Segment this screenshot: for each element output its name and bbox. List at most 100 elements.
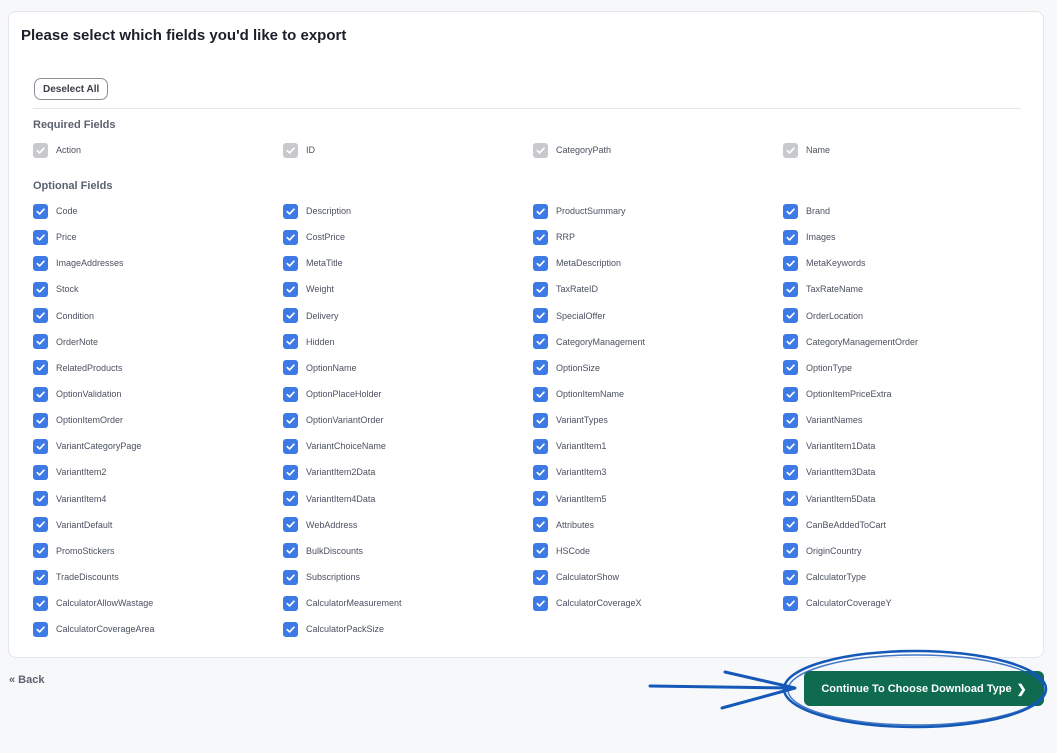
- checkbox-condition[interactable]: [33, 308, 48, 324]
- field-calculatormeasurement-option[interactable]: CalculatorMeasurement: [283, 590, 533, 616]
- checkbox-images[interactable]: [783, 229, 798, 245]
- checkbox-specialoffer[interactable]: [533, 308, 548, 324]
- field-brand-option[interactable]: Brand: [783, 198, 1033, 224]
- checkbox-optionplaceholder[interactable]: [283, 386, 298, 402]
- field-variantitem2-option[interactable]: VariantItem2: [33, 459, 283, 485]
- field-tradediscounts-option[interactable]: TradeDiscounts: [33, 564, 283, 590]
- field-calculatorpacksize-option[interactable]: CalculatorPackSize: [283, 616, 533, 642]
- field-promostickers-option[interactable]: PromoStickers: [33, 538, 283, 564]
- field-orderlocation-option[interactable]: OrderLocation: [783, 303, 1033, 329]
- checkbox-variantitem2[interactable]: [33, 464, 48, 480]
- field-attributes-option[interactable]: Attributes: [533, 512, 783, 538]
- checkbox-variantitem3data[interactable]: [783, 464, 798, 480]
- checkbox-origincountry[interactable]: [783, 543, 798, 559]
- checkbox-subscriptions[interactable]: [283, 569, 298, 585]
- field-hscode-option[interactable]: HSCode: [533, 538, 783, 564]
- field-variantitem1data-option[interactable]: VariantItem1Data: [783, 433, 1033, 459]
- checkbox-hidden[interactable]: [283, 334, 298, 350]
- checkbox-delivery[interactable]: [283, 308, 298, 324]
- checkbox-calculatorallowwastage[interactable]: [33, 595, 48, 611]
- field-canbeaddedtocart-option[interactable]: CanBeAddedToCart: [783, 512, 1033, 538]
- field-variantitem3data-option[interactable]: VariantItem3Data: [783, 459, 1033, 485]
- field-stock-option[interactable]: Stock: [33, 276, 283, 302]
- checkbox-calculatorcoveragearea[interactable]: [33, 621, 48, 637]
- checkbox-productsummary[interactable]: [533, 203, 548, 219]
- checkbox-variantchoicename[interactable]: [283, 438, 298, 454]
- field-calculatorallowwastage-option[interactable]: CalculatorAllowWastage: [33, 590, 283, 616]
- field-price-option[interactable]: Price: [33, 224, 283, 250]
- field-optionitemname-option[interactable]: OptionItemName: [533, 381, 783, 407]
- checkbox-price[interactable]: [33, 229, 48, 245]
- field-images-option[interactable]: Images: [783, 224, 1033, 250]
- checkbox-optionitemname[interactable]: [533, 386, 548, 402]
- checkbox-variantitem4[interactable]: [33, 491, 48, 507]
- field-condition-option[interactable]: Condition: [33, 303, 283, 329]
- field-hidden-option[interactable]: Hidden: [283, 329, 533, 355]
- checkbox-categorymanagement[interactable]: [533, 334, 548, 350]
- checkbox-rrp[interactable]: [533, 229, 548, 245]
- checkbox-code[interactable]: [33, 203, 48, 219]
- field-variantitem2data-option[interactable]: VariantItem2Data: [283, 459, 533, 485]
- back-link[interactable]: « Back: [9, 674, 44, 686]
- checkbox-variantitem1data[interactable]: [783, 438, 798, 454]
- checkbox-taxrateid[interactable]: [533, 281, 548, 297]
- field-variantchoicename-option[interactable]: VariantChoiceName: [283, 433, 533, 459]
- field-variantitem5-option[interactable]: VariantItem5: [533, 486, 783, 512]
- checkbox-optionsize[interactable]: [533, 360, 548, 376]
- field-relatedproducts-option[interactable]: RelatedProducts: [33, 355, 283, 381]
- field-metakeywords-option[interactable]: MetaKeywords: [783, 250, 1033, 276]
- field-variantitem3-option[interactable]: VariantItem3: [533, 459, 783, 485]
- field-calculatorcoveragex-option[interactable]: CalculatorCoverageX: [533, 590, 783, 616]
- checkbox-canbeaddedtocart[interactable]: [783, 517, 798, 533]
- checkbox-calculatorpacksize[interactable]: [283, 621, 298, 637]
- checkbox-brand[interactable]: [783, 203, 798, 219]
- field-ordernote-option[interactable]: OrderNote: [33, 329, 283, 355]
- field-costprice-option[interactable]: CostPrice: [283, 224, 533, 250]
- checkbox-tradediscounts[interactable]: [33, 569, 48, 585]
- checkbox-optionvalidation[interactable]: [33, 386, 48, 402]
- field-variantitem4-option[interactable]: VariantItem4: [33, 486, 283, 512]
- checkbox-calculatorshow[interactable]: [533, 569, 548, 585]
- field-imageaddresses-option[interactable]: ImageAddresses: [33, 250, 283, 276]
- checkbox-description[interactable]: [283, 203, 298, 219]
- field-optionplaceholder-option[interactable]: OptionPlaceHolder: [283, 381, 533, 407]
- checkbox-hscode[interactable]: [533, 543, 548, 559]
- checkbox-optionname[interactable]: [283, 360, 298, 376]
- field-optionitemorder-option[interactable]: OptionItemOrder: [33, 407, 283, 433]
- checkbox-variantitem5[interactable]: [533, 491, 548, 507]
- checkbox-variantcategorypage[interactable]: [33, 438, 48, 454]
- checkbox-weight[interactable]: [283, 281, 298, 297]
- field-optionitempriceextra-option[interactable]: OptionItemPriceExtra: [783, 381, 1033, 407]
- checkbox-varianttypes[interactable]: [533, 412, 548, 428]
- checkbox-variantnames[interactable]: [783, 412, 798, 428]
- checkbox-variantdefault[interactable]: [33, 517, 48, 533]
- checkbox-calculatortype[interactable]: [783, 569, 798, 585]
- field-variantnames-option[interactable]: VariantNames: [783, 407, 1033, 433]
- checkbox-categorymanagementorder[interactable]: [783, 334, 798, 350]
- field-calculatortype-option[interactable]: CalculatorType: [783, 564, 1033, 590]
- checkbox-optiontype[interactable]: [783, 360, 798, 376]
- checkbox-webaddress[interactable]: [283, 517, 298, 533]
- field-specialoffer-option[interactable]: SpecialOffer: [533, 303, 783, 329]
- checkbox-calculatormeasurement[interactable]: [283, 595, 298, 611]
- field-variantitem5data-option[interactable]: VariantItem5Data: [783, 486, 1033, 512]
- checkbox-variantitem5data[interactable]: [783, 491, 798, 507]
- checkbox-imageaddresses[interactable]: [33, 255, 48, 271]
- field-calculatorcoveragearea-option[interactable]: CalculatorCoverageArea: [33, 616, 283, 642]
- checkbox-costprice[interactable]: [283, 229, 298, 245]
- checkbox-optionitemorder[interactable]: [33, 412, 48, 428]
- field-variantitem1-option[interactable]: VariantItem1: [533, 433, 783, 459]
- field-metatitle-option[interactable]: MetaTitle: [283, 250, 533, 276]
- field-taxrateid-option[interactable]: TaxRateID: [533, 276, 783, 302]
- field-varianttypes-option[interactable]: VariantTypes: [533, 407, 783, 433]
- checkbox-variantitem4data[interactable]: [283, 491, 298, 507]
- field-webaddress-option[interactable]: WebAddress: [283, 512, 533, 538]
- deselect-all-button[interactable]: Deselect All: [34, 78, 109, 100]
- checkbox-taxratename[interactable]: [783, 281, 798, 297]
- checkbox-variantitem1[interactable]: [533, 438, 548, 454]
- checkbox-ordernote[interactable]: [33, 334, 48, 350]
- field-calculatorcoveragey-option[interactable]: CalculatorCoverageY: [783, 590, 1033, 616]
- field-calculatorshow-option[interactable]: CalculatorShow: [533, 564, 783, 590]
- field-variantcategorypage-option[interactable]: VariantCategoryPage: [33, 433, 283, 459]
- checkbox-metakeywords[interactable]: [783, 255, 798, 271]
